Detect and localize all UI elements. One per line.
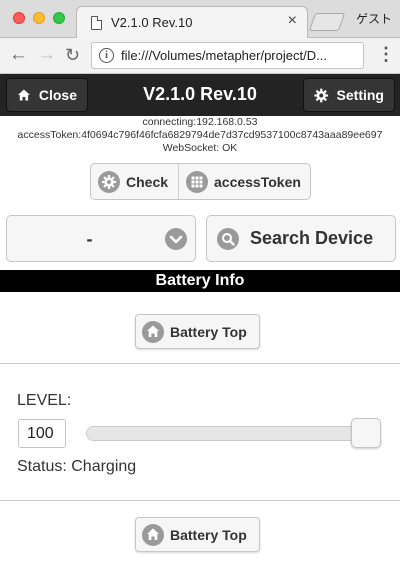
charging-status: Status: Charging <box>17 458 137 475</box>
device-select-value: - <box>86 229 93 249</box>
new-tab-button[interactable] <box>308 13 346 31</box>
level-label: LEVEL: <box>17 392 72 409</box>
access-token-status: accessToken:4f0694c796f46fcfa6829794de7d… <box>17 129 383 141</box>
battery-top-button[interactable]: Battery Top <box>135 314 260 349</box>
level-slider-fill <box>87 427 377 440</box>
check-button[interactable]: Check <box>91 164 179 199</box>
browser-tab[interactable]: V2.1.0 Rev.10 × <box>76 6 308 39</box>
home-icon <box>142 320 164 343</box>
battery-top-section: Battery Top <box>0 292 400 364</box>
chevron-down-icon <box>165 228 187 250</box>
forward-arrow-icon[interactable]: → <box>37 44 56 66</box>
search-device-label: Search Device <box>250 228 374 248</box>
browser-menu-icon[interactable]: ⋮ <box>377 45 395 63</box>
home-icon <box>17 89 30 101</box>
url-text: file:///Volumes/metapher/project/D... <box>121 48 327 63</box>
app-header: Close V2.1.0 Rev.10 Setting <box>0 74 400 116</box>
address-bar: ← → ↻ i file:///Volumes/metapher/project… <box>0 38 400 74</box>
access-token-button[interactable]: accessToken <box>179 164 310 199</box>
back-arrow-icon[interactable]: ← <box>9 44 28 66</box>
tab-title: V2.1.0 Rev.10 <box>111 15 193 30</box>
level-slider-handle[interactable] <box>351 418 381 448</box>
battery-bottom-section: Battery Top <box>0 502 400 578</box>
check-label: Check <box>126 173 169 190</box>
gear-icon <box>98 170 120 193</box>
tab-close-button[interactable]: × <box>288 12 297 30</box>
window-minimize-dot[interactable] <box>33 12 45 24</box>
page-title: V2.1.0 Rev.10 <box>143 84 257 104</box>
grid-icon <box>186 170 208 193</box>
battery-top-label: Battery Top <box>170 323 247 340</box>
document-icon <box>91 16 102 30</box>
url-field[interactable]: i file:///Volumes/metapher/project/D... <box>91 42 364 69</box>
connecting-status: connecting:192.168.0.53 <box>142 116 258 128</box>
setting-button[interactable]: Setting <box>303 78 395 112</box>
access-token-label: accessToken <box>214 173 301 190</box>
search-device-button[interactable]: Search Device <box>206 215 396 262</box>
window-zoom-dot[interactable] <box>53 12 65 24</box>
level-input[interactable]: 100 <box>18 419 66 448</box>
gear-icon <box>314 88 329 102</box>
level-slider-track[interactable] <box>86 426 378 441</box>
search-icon <box>217 227 239 250</box>
battery-top-label-bottom: Battery Top <box>170 526 247 543</box>
battery-top-button-bottom[interactable]: Battery Top <box>135 517 260 552</box>
battery-info-title: Battery Info <box>0 270 400 292</box>
close-label: Close <box>38 87 77 103</box>
close-button[interactable]: Close <box>6 78 88 112</box>
browser-tab-bar: V2.1.0 Rev.10 × ゲスト <box>0 0 400 39</box>
battery-level-section: LEVEL: 100 Status: Charging <box>0 365 400 501</box>
websocket-status: WebSocket: OK <box>162 142 238 154</box>
device-select[interactable]: - <box>6 215 196 262</box>
info-icon[interactable]: i <box>99 48 114 63</box>
profile-label[interactable]: ゲスト <box>356 10 392 27</box>
home-icon <box>142 523 164 546</box>
setting-label: Setting <box>336 87 384 103</box>
window-close-dot[interactable] <box>13 12 25 24</box>
check-token-group: Check accessToken <box>90 163 311 200</box>
reload-icon[interactable]: ↻ <box>65 44 80 66</box>
